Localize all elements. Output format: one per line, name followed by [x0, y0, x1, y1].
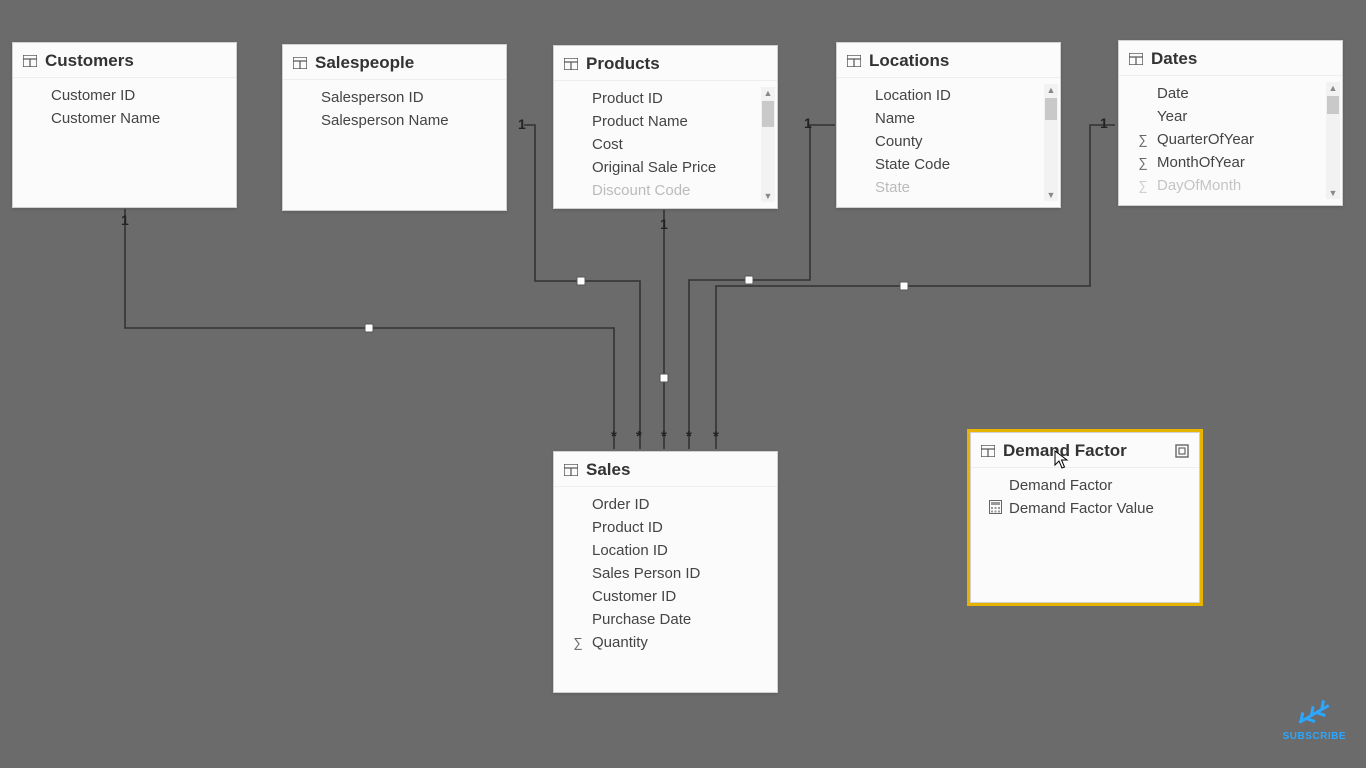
subscribe-label: SUBSCRIBE: [1283, 731, 1346, 742]
table-products[interactable]: Products ∑Product ID ∑Product Name ∑Cost…: [553, 45, 778, 209]
field-item[interactable]: ∑MonthOfYear: [1119, 151, 1342, 174]
field-item[interactable]: ∑Sales Person ID: [554, 562, 777, 585]
table-header[interactable]: Locations: [837, 43, 1060, 78]
field-item[interactable]: ∑State Code: [837, 153, 1060, 176]
field-item[interactable]: Demand Factor Value: [971, 497, 1199, 520]
field-item[interactable]: ∑Date: [1119, 82, 1342, 105]
table-header[interactable]: Dates: [1119, 41, 1342, 76]
field-item[interactable]: ∑Customer ID: [554, 585, 777, 608]
table-title: Salespeople: [315, 53, 414, 73]
table-salespeople[interactable]: Salespeople ∑Salesperson ID ∑Salesperson…: [282, 44, 507, 211]
cardinality-many: *: [686, 428, 692, 445]
scrollbar[interactable]: ▲ ▼: [761, 87, 775, 202]
field-item[interactable]: ∑Customer ID: [13, 84, 236, 107]
sigma-icon: ∑: [570, 635, 586, 650]
field-list: ∑Demand Factor Demand Factor Value: [971, 468, 1199, 602]
table-sales[interactable]: Sales ∑Order ID ∑Product ID ∑Location ID…: [553, 451, 778, 693]
scrollbar-thumb[interactable]: [1327, 96, 1339, 114]
field-item[interactable]: ∑Quantity: [554, 631, 777, 654]
field-item[interactable]: ∑QuarterOfYear: [1119, 128, 1342, 151]
table-icon: [1129, 53, 1143, 65]
scroll-up-icon[interactable]: ▲: [764, 87, 773, 99]
sigma-icon: ∑: [1135, 178, 1151, 193]
table-icon: [981, 445, 995, 457]
table-icon: [847, 55, 861, 67]
field-item[interactable]: ∑Customer Name: [13, 107, 236, 130]
cardinality-many: *: [661, 428, 667, 445]
field-item[interactable]: ∑Name: [837, 107, 1060, 130]
field-item[interactable]: ∑Discount Code: [554, 179, 777, 202]
field-item[interactable]: ∑Location ID: [837, 84, 1060, 107]
field-item[interactable]: ∑Demand Factor: [971, 474, 1199, 497]
table-icon: [23, 55, 37, 67]
scrollbar-thumb[interactable]: [1045, 98, 1057, 120]
table-locations[interactable]: Locations ∑Location ID ∑Name ∑County ∑St…: [836, 42, 1061, 208]
table-icon: [564, 464, 578, 476]
table-header[interactable]: Sales: [554, 452, 777, 487]
cardinality-many: *: [636, 428, 642, 445]
field-list: ∑Location ID ∑Name ∑County ∑State Code ∑…: [837, 78, 1060, 207]
table-header[interactable]: Demand Factor: [971, 433, 1199, 468]
field-item[interactable]: ∑Salesperson Name: [283, 109, 506, 132]
model-diagram-canvas[interactable]: 1 1 1 1 1 * * * * * Customers ∑Customer …: [0, 0, 1366, 768]
cardinality-one: 1: [518, 116, 526, 132]
field-item[interactable]: ∑Purchase Date: [554, 608, 777, 631]
scroll-up-icon[interactable]: ▲: [1047, 84, 1056, 96]
table-header[interactable]: Products: [554, 46, 777, 81]
scrollbar[interactable]: ▲ ▼: [1326, 82, 1340, 199]
table-title: Products: [586, 54, 660, 74]
maximize-icon[interactable]: [1175, 444, 1189, 458]
table-customers[interactable]: Customers ∑Customer ID ∑Customer Name: [12, 42, 237, 208]
table-title: Customers: [45, 51, 134, 71]
field-item[interactable]: ∑State: [837, 176, 1060, 199]
scroll-up-icon[interactable]: ▲: [1329, 82, 1338, 94]
scroll-down-icon[interactable]: ▼: [1047, 189, 1056, 201]
cardinality-one: 1: [804, 115, 812, 131]
table-title: Dates: [1151, 49, 1197, 69]
field-item[interactable]: ∑Year: [1119, 105, 1342, 128]
subscribe-watermark: SUBSCRIBE: [1283, 699, 1346, 742]
cardinality-one: 1: [660, 216, 668, 232]
field-list: ∑Customer ID ∑Customer Name: [13, 78, 236, 207]
field-item[interactable]: ∑DayOfMonth: [1119, 174, 1342, 197]
field-item[interactable]: ∑Product ID: [554, 87, 777, 110]
scroll-down-icon[interactable]: ▼: [1329, 187, 1338, 199]
field-list: ∑Order ID ∑Product ID ∑Location ID ∑Sale…: [554, 487, 777, 692]
field-item[interactable]: ∑Order ID: [554, 493, 777, 516]
field-item[interactable]: ∑Product ID: [554, 516, 777, 539]
table-header[interactable]: Salespeople: [283, 45, 506, 80]
field-item[interactable]: ∑Product Name: [554, 110, 777, 133]
table-title: Locations: [869, 51, 949, 71]
field-item[interactable]: ∑County: [837, 130, 1060, 153]
table-icon: [293, 57, 307, 69]
calculator-icon: [987, 500, 1003, 517]
table-demand-factor[interactable]: Demand Factor ∑Demand Factor Demand Fact…: [970, 432, 1200, 603]
field-item[interactable]: ∑Cost: [554, 133, 777, 156]
sigma-icon: ∑: [1135, 155, 1151, 170]
cardinality-one: 1: [1100, 115, 1108, 131]
field-item[interactable]: ∑Location ID: [554, 539, 777, 562]
cardinality-many: *: [713, 428, 719, 445]
field-list: ∑Date ∑Year ∑QuarterOfYear ∑MonthOfYear …: [1119, 76, 1342, 205]
cardinality-many: *: [611, 428, 617, 445]
table-title: Demand Factor: [1003, 441, 1127, 461]
cardinality-one: 1: [121, 212, 129, 228]
table-icon: [564, 58, 578, 70]
sigma-icon: ∑: [1135, 132, 1151, 147]
scroll-down-icon[interactable]: ▼: [764, 190, 773, 202]
scrollbar-thumb[interactable]: [762, 101, 774, 127]
field-item[interactable]: ∑Original Sale Price: [554, 156, 777, 179]
table-dates[interactable]: Dates ∑Date ∑Year ∑QuarterOfYear ∑MonthO…: [1118, 40, 1343, 206]
field-list: ∑Salesperson ID ∑Salesperson Name: [283, 80, 506, 210]
table-title: Sales: [586, 460, 630, 480]
scrollbar[interactable]: ▲ ▼: [1044, 84, 1058, 201]
field-item[interactable]: ∑Salesperson ID: [283, 86, 506, 109]
field-list: ∑Product ID ∑Product Name ∑Cost ∑Origina…: [554, 81, 777, 208]
table-header[interactable]: Customers: [13, 43, 236, 78]
